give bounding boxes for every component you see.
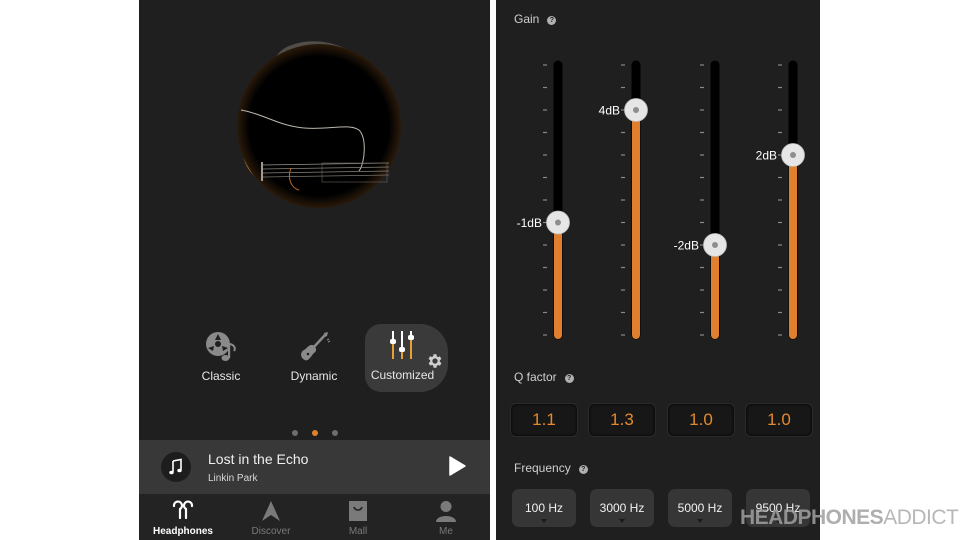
music-note-icon [169, 458, 182, 475]
mode-label: Customized [370, 368, 435, 382]
sound-settings-screen: Classic Dynamic Customized Lost in the E… [139, 0, 490, 540]
nav-label: Headphones [152, 526, 213, 537]
frequency-label: Frequency [514, 461, 571, 475]
help-icon[interactable]: ? [564, 374, 574, 383]
music-note-button[interactable] [161, 452, 191, 482]
slider-thumb-dot [712, 242, 718, 248]
q-factor-section-header: Q factor? [514, 370, 574, 384]
nav-mall[interactable]: Mall [314, 494, 402, 540]
mode-label: Classic [201, 369, 241, 383]
dropdown-caret-icon [697, 519, 703, 523]
disc-music-icon [206, 332, 236, 361]
q-factor-field-4[interactable]: 1.0 [745, 403, 813, 437]
page-dot-active[interactable] [311, 430, 318, 436]
song-title: Lost in the Echo [208, 451, 309, 467]
slider-value-label: -1dB [517, 216, 542, 230]
gain-sliders: -1dB 4dB -2dB 2dB [517, 60, 805, 340]
nav-me[interactable]: Me [402, 494, 490, 540]
person-icon [436, 501, 456, 522]
frequency-section-header: Frequency? [514, 461, 588, 475]
frequency-dropdown-2[interactable]: 3000 Hz [590, 489, 654, 527]
mode-label: Dynamic [290, 369, 338, 383]
mode-customized[interactable]: Customized [365, 324, 448, 392]
nav-discover[interactable]: Discover [227, 494, 315, 540]
slider-value-label: -2dB [674, 239, 699, 253]
equalizer-screen: Gain? -1dB 4dB -2dB 2dB Q factor? 1.1 1.3 1… [496, 0, 820, 540]
frequency-value: 3000 Hz [599, 501, 645, 515]
nav-headphones[interactable]: Headphones [139, 494, 227, 540]
watermark-bold: HEADPHONES [740, 506, 884, 529]
page-indicator [139, 423, 490, 441]
nav-label: Me [439, 526, 453, 537]
song-artist: Linkin Park [208, 473, 258, 484]
now-playing-bar[interactable]: Lost in the Echo Linkin Park [139, 440, 490, 494]
compass-arrow-icon [262, 501, 280, 521]
play-icon[interactable] [447, 455, 467, 477]
slider-thumb-dot [555, 219, 561, 226]
album-art [237, 41, 401, 208]
frequency-dropdown-1[interactable]: 100 Hz [512, 489, 576, 527]
mode-classic[interactable]: Classic [181, 325, 261, 391]
page-dot[interactable] [291, 430, 298, 436]
slider-value-label: 4dB [599, 104, 620, 118]
q-factor-label: Q factor [514, 370, 557, 384]
watermark-light: ADDICT [883, 506, 959, 529]
earbuds-icon [172, 500, 194, 520]
mode-dynamic[interactable]: Dynamic [274, 325, 354, 391]
gear-icon[interactable] [426, 352, 444, 370]
slider-thumb-dot [633, 107, 639, 113]
shopping-bag-icon [349, 501, 367, 521]
q-factor-field-3[interactable]: 1.0 [667, 403, 735, 437]
watermark: HEADPHONESADDICT [740, 506, 959, 530]
frequency-dropdown-3[interactable]: 5000 Hz [668, 489, 732, 527]
dropdown-caret-icon [541, 519, 547, 523]
nav-label: Mall [348, 526, 368, 537]
frequency-value: 5000 Hz [677, 501, 723, 515]
equalizer-sliders-icon [390, 331, 414, 359]
slider-thumb-dot [790, 152, 796, 158]
slider-value-label: 2dB [756, 149, 777, 163]
page-dot[interactable] [331, 430, 338, 436]
q-factor-field-2[interactable]: 1.3 [588, 403, 656, 437]
bottom-navigation: Headphones Discover Mall Me [139, 494, 490, 540]
frequency-value: 100 Hz [524, 501, 564, 515]
sound-mode-selector: Classic Dynamic Customized [139, 320, 490, 395]
nav-label: Discover [251, 526, 291, 537]
q-factor-field-1[interactable]: 1.1 [510, 403, 578, 437]
dropdown-caret-icon [619, 519, 625, 523]
electric-guitar-icon [301, 332, 331, 361]
help-icon[interactable]: ? [578, 465, 588, 474]
